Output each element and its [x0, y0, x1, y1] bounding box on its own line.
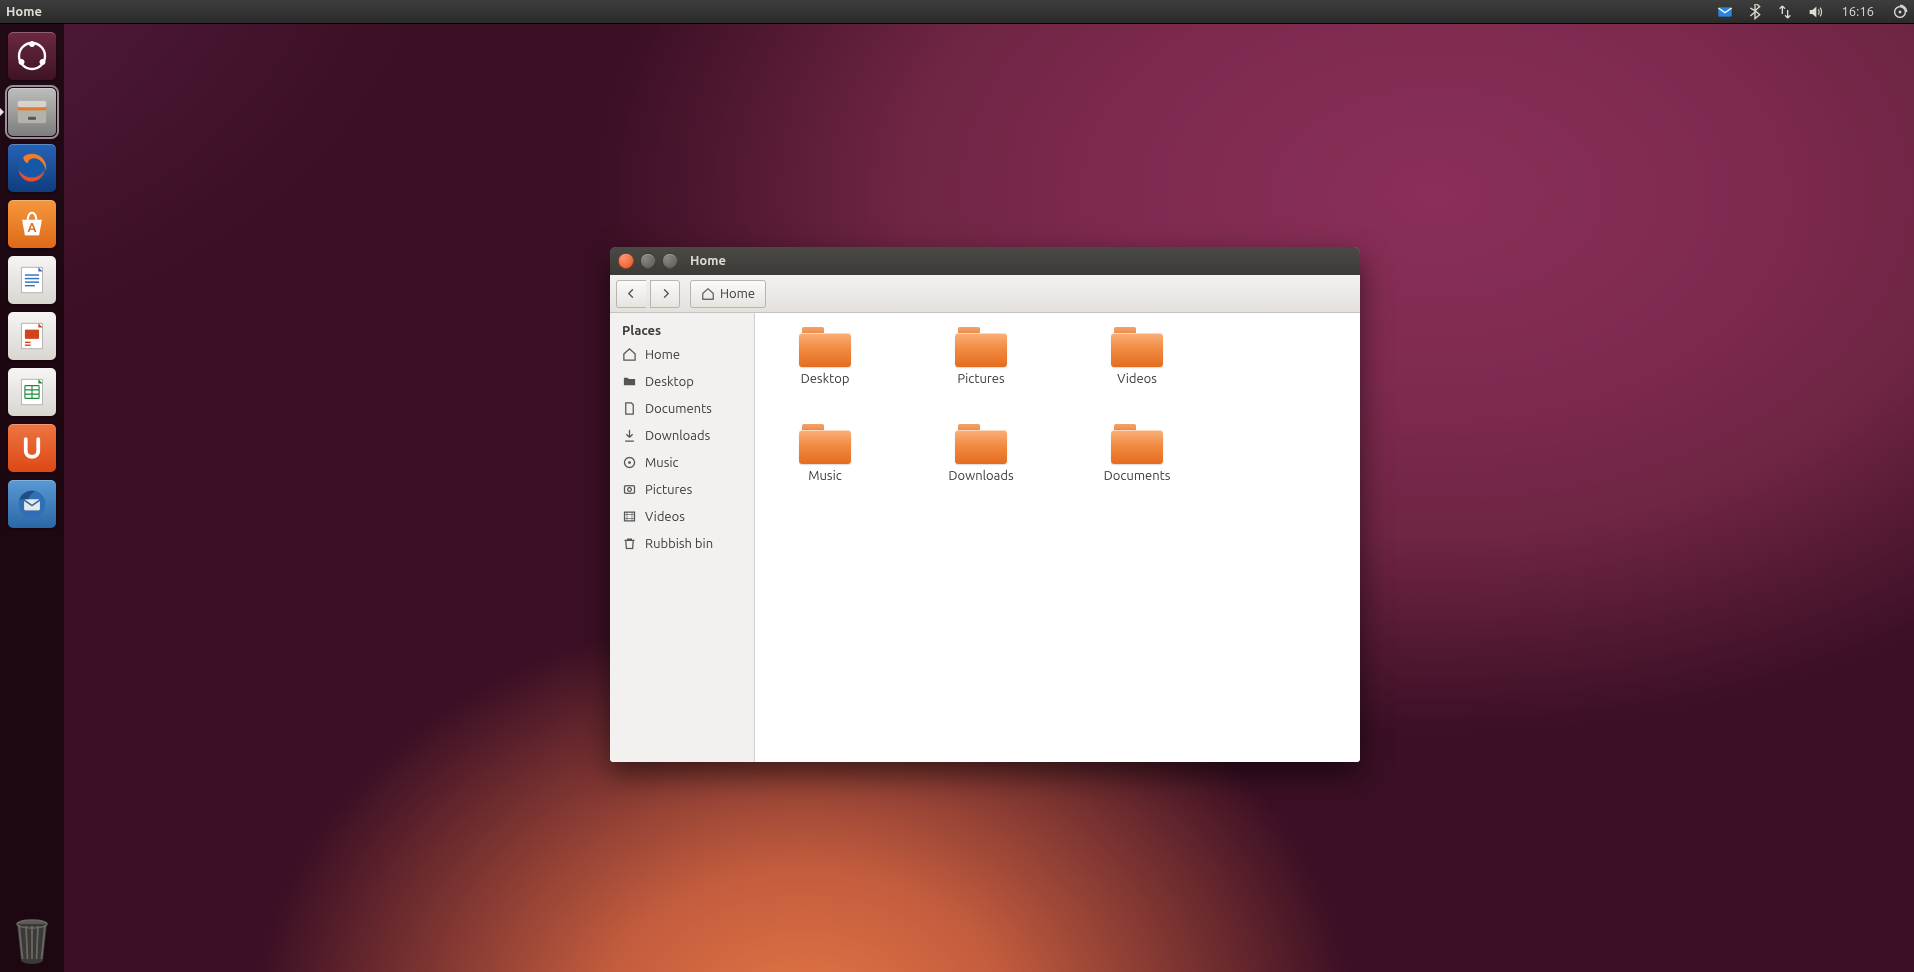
thunderbird-launcher[interactable] [6, 478, 58, 530]
sidebar-place-home[interactable]: Home [610, 341, 754, 368]
folder-icon [622, 374, 637, 389]
nav-back-button[interactable] [616, 280, 646, 308]
sidebar-place-music[interactable]: Music [610, 449, 754, 476]
document-icon [622, 401, 637, 416]
sidebar-section-title: Places [610, 321, 754, 341]
folder-label: Videos [1117, 372, 1157, 386]
music-icon [622, 455, 637, 470]
home-icon [622, 347, 637, 362]
libreoffice-impress-launcher[interactable] [6, 310, 58, 362]
libreoffice-writer-icon [8, 256, 56, 304]
folder-icon [1111, 327, 1163, 367]
sidebar-label: Rubbish bin [645, 537, 713, 551]
trash-icon [622, 536, 637, 551]
libreoffice-writer-launcher[interactable] [6, 254, 58, 306]
videos-icon [622, 509, 637, 524]
folder-desktop[interactable]: Desktop [777, 327, 873, 386]
dash-launcher[interactable] [6, 30, 58, 82]
nav-forward-button[interactable] [650, 280, 680, 308]
file-manager-icon [8, 88, 56, 136]
network-indicator-icon[interactable] [1777, 4, 1793, 20]
window-close-button[interactable] [618, 253, 634, 269]
folder-view[interactable]: Desktop Pictures Videos Music Downloads … [755, 313, 1360, 762]
sidebar-place-pictures[interactable]: Pictures [610, 476, 754, 503]
libreoffice-calc-icon [8, 368, 56, 416]
ubuntu-one-launcher[interactable] [6, 422, 58, 474]
window-title: Home [690, 254, 726, 268]
home-icon [701, 287, 715, 301]
folder-icon [799, 424, 851, 464]
file-manager-window: Home Home Places Home Desktop [610, 247, 1360, 762]
session-indicator-icon[interactable] [1892, 4, 1908, 20]
sound-indicator-icon[interactable] [1807, 4, 1823, 20]
firefox-icon [8, 144, 56, 192]
software-center-launcher[interactable]: A [6, 198, 58, 250]
sidebar-label: Pictures [645, 483, 692, 497]
pictures-icon [622, 482, 637, 497]
sidebar-label: Downloads [645, 429, 710, 443]
trash-icon [8, 914, 56, 966]
folder-documents[interactable]: Documents [1089, 424, 1185, 483]
folder-label: Desktop [801, 372, 850, 386]
active-app-label[interactable]: Home [6, 5, 42, 19]
svg-text:A: A [28, 221, 37, 235]
folder-icon [799, 327, 851, 367]
window-minimize-button[interactable] [640, 253, 656, 269]
folder-label: Downloads [948, 469, 1013, 483]
trash-launcher[interactable] [6, 914, 58, 966]
ubuntu-one-icon [8, 424, 56, 472]
places-sidebar: Places Home Desktop Documents Downloads … [610, 313, 755, 762]
sidebar-label: Videos [645, 510, 685, 524]
sidebar-place-documents[interactable]: Documents [610, 395, 754, 422]
sidebar-place-desktop[interactable]: Desktop [610, 368, 754, 395]
libreoffice-impress-icon [8, 312, 56, 360]
bluetooth-indicator-icon[interactable] [1747, 4, 1763, 20]
sidebar-label: Documents [645, 402, 712, 416]
folder-label: Pictures [957, 372, 1004, 386]
sidebar-place-videos[interactable]: Videos [610, 503, 754, 530]
mail-indicator-icon[interactable] [1717, 4, 1733, 20]
dash-icon [8, 32, 56, 80]
folder-label: Documents [1104, 469, 1171, 483]
folder-downloads[interactable]: Downloads [933, 424, 1029, 483]
thunderbird-icon [8, 480, 56, 528]
window-toolbar: Home [610, 275, 1360, 313]
sidebar-place-downloads[interactable]: Downloads [610, 422, 754, 449]
breadcrumb-home[interactable]: Home [690, 280, 766, 308]
sidebar-label: Home [645, 348, 680, 362]
window-maximize-button[interactable] [662, 253, 678, 269]
libreoffice-calc-launcher[interactable] [6, 366, 58, 418]
sidebar-label: Music [645, 456, 679, 470]
folder-videos[interactable]: Videos [1089, 327, 1185, 386]
sidebar-label: Desktop [645, 375, 694, 389]
folder-icon [955, 327, 1007, 367]
folder-music[interactable]: Music [777, 424, 873, 483]
folder-pictures[interactable]: Pictures [933, 327, 1029, 386]
download-icon [622, 428, 637, 443]
files-launcher[interactable] [6, 86, 58, 138]
clock-indicator[interactable]: 16:16 [1841, 5, 1874, 19]
window-title-bar[interactable]: Home [610, 247, 1360, 275]
firefox-launcher[interactable] [6, 142, 58, 194]
sidebar-place-rubbish[interactable]: Rubbish bin [610, 530, 754, 557]
top-panel: Home 16:16 [0, 0, 1914, 24]
folder-icon [955, 424, 1007, 464]
folder-icon [1111, 424, 1163, 464]
folder-label: Music [808, 469, 842, 483]
launcher: A [0, 24, 64, 972]
software-center-icon: A [8, 200, 56, 248]
breadcrumb-label: Home [720, 287, 755, 301]
